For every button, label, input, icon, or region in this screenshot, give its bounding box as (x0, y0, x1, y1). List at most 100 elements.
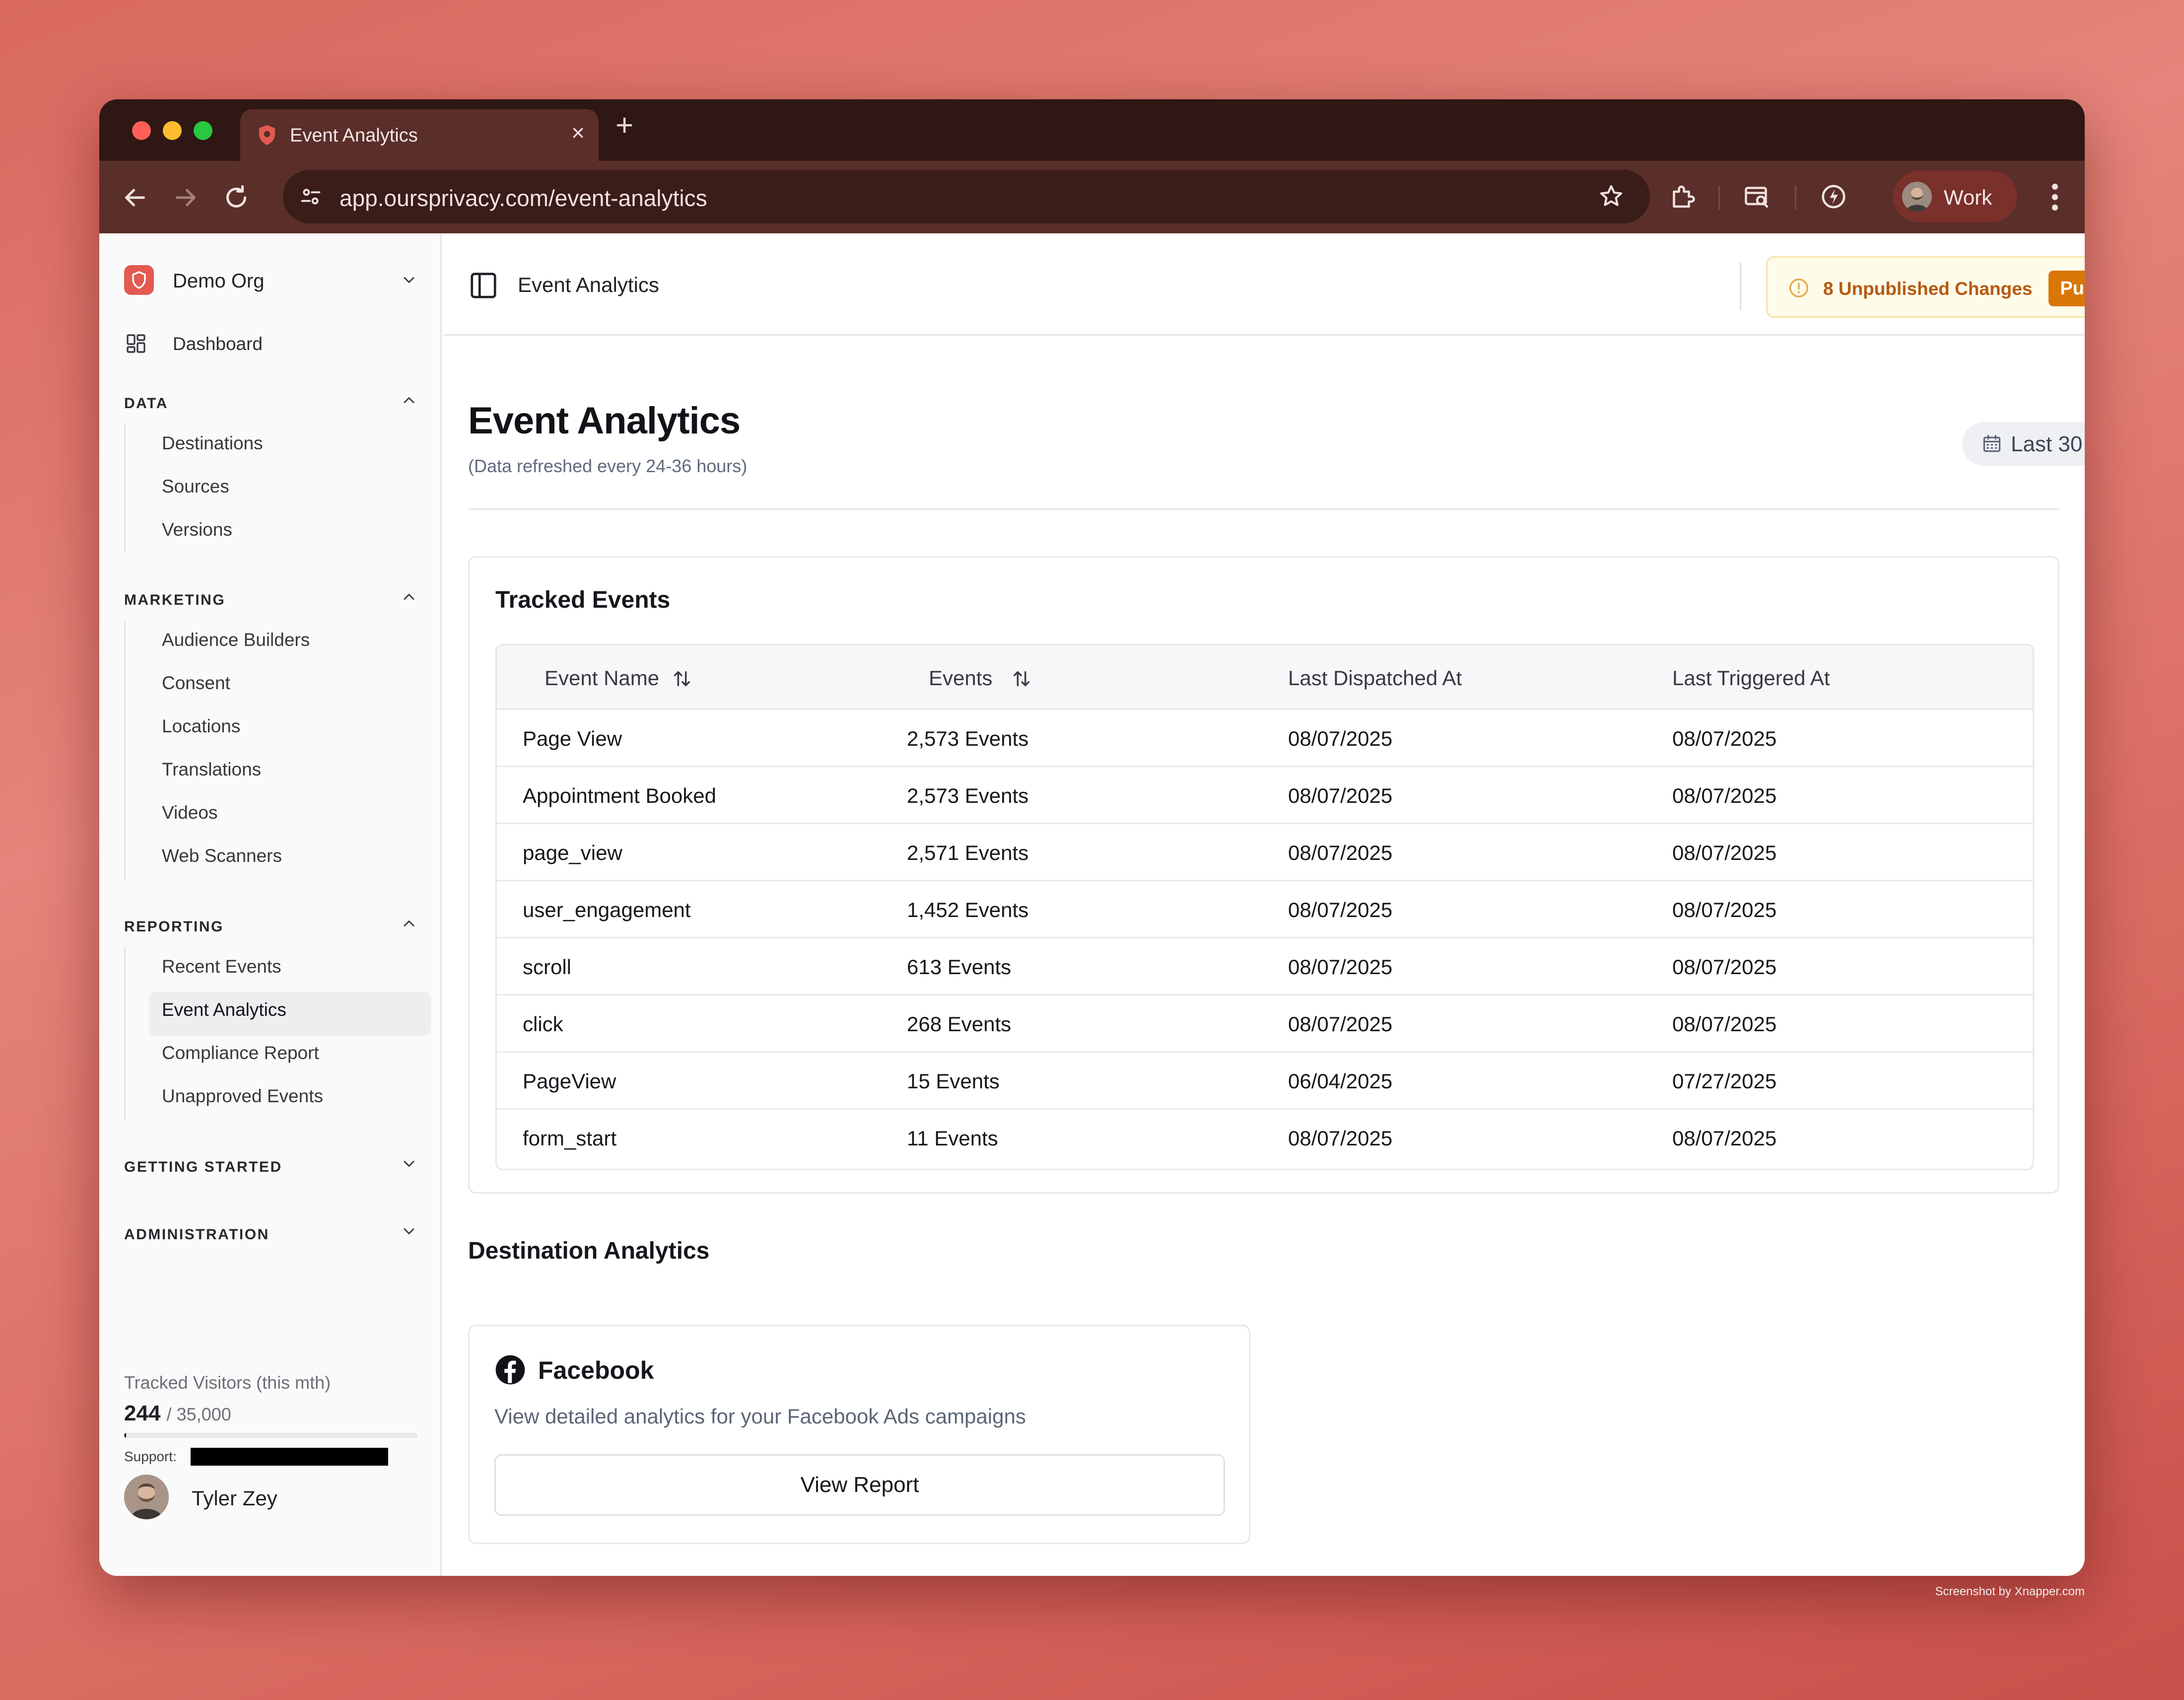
dashboard-grid-icon (127, 334, 145, 353)
cell-last-triggered: 08/07/2025 (1672, 1127, 1777, 1150)
table-header: Event Name Events Last Dispatched At Las… (497, 645, 2033, 710)
chevron-up-icon (404, 594, 414, 600)
browser-toolbar: app.oursprivacy.com/event-analytics Work (99, 161, 2085, 233)
chevron-up-icon (404, 397, 414, 403)
cell-last-triggered: 08/07/2025 (1672, 898, 1777, 921)
cell-last-triggered: 08/07/2025 (1672, 1012, 1777, 1036)
tracked-events-card: Tracked Events Event Name Events Last Di… (468, 556, 2059, 1194)
publish-button[interactable]: Publish (2048, 271, 2085, 306)
sidebar-item-videos[interactable]: Videos (162, 802, 217, 823)
section-divider (468, 508, 2059, 510)
browser-menu-icon[interactable] (2045, 180, 2065, 214)
sidebar-item-sources[interactable]: Sources (162, 476, 229, 497)
section-title: MARKETING (124, 592, 226, 608)
tab-bar: Event Analytics × + (99, 99, 2085, 161)
table-row[interactable]: Appointment Booked 2,573 Events 08/07/20… (497, 767, 2033, 824)
sidebar-item-destinations[interactable]: Destinations (162, 433, 263, 454)
performance-bolt-icon[interactable] (1819, 182, 1848, 212)
site-settings-icon[interactable] (298, 184, 324, 210)
support-contact-redacted (191, 1448, 388, 1466)
sidebar-item-translations[interactable]: Translations (162, 759, 261, 780)
sidebar-item-recent-events[interactable]: Recent Events (162, 956, 281, 977)
url-text[interactable]: app.oursprivacy.com/event-analytics (340, 185, 707, 212)
sort-arrows-icon (1013, 671, 1030, 687)
sidebar-item-web-scanners[interactable]: Web Scanners (162, 846, 282, 866)
shield-icon (259, 125, 275, 145)
section-rail (124, 947, 126, 1119)
cell-last-dispatched: 08/07/2025 (1288, 955, 1393, 979)
page-header-bar: Event Analytics 8 Unpublished Changes Pu… (443, 233, 2085, 336)
column-header-label: Event Name (545, 666, 660, 690)
table-row[interactable]: page_view 2,571 Events 08/07/2025 08/07/… (497, 824, 2033, 881)
new-tab-button[interactable]: + (615, 110, 633, 141)
cell-event-name: page_view (523, 841, 622, 864)
sidebar-item-locations[interactable]: Locations (162, 716, 240, 737)
user-avatar[interactable] (124, 1475, 169, 1519)
table-row[interactable]: user_engagement 1,452 Events 08/07/2025 … (497, 881, 2033, 938)
sidebar-item-label: Dashboard (173, 334, 263, 354)
cell-event-name: Page View (523, 727, 622, 750)
sidebar-item-versions[interactable]: Versions (162, 519, 232, 540)
main-content: Event Analytics 8 Unpublished Changes Pu… (443, 233, 2085, 1576)
cell-event-name: scroll (523, 955, 572, 979)
chevron-down-icon (404, 277, 414, 283)
facebook-destination-card: Facebook View detailed analytics for you… (468, 1325, 1250, 1544)
reload-icon[interactable] (221, 183, 251, 212)
cell-last-dispatched: 06/04/2025 (1288, 1069, 1393, 1093)
header-separator (1740, 262, 1741, 311)
sidebar-item-consent[interactable]: Consent (162, 673, 230, 694)
cell-last-dispatched: 08/07/2025 (1288, 1012, 1393, 1036)
browser-tab-active[interactable]: Event Analytics × (240, 109, 599, 161)
sidebar-item-compliance-report[interactable]: Compliance Report (162, 1043, 319, 1063)
forward-arrow-icon[interactable] (171, 183, 201, 212)
sidebar-toggle-icon[interactable] (468, 270, 499, 301)
tracked-events-table: Event Name Events Last Dispatched At Las… (495, 644, 2034, 1170)
profile-avatar (1902, 182, 1932, 212)
toolbar-separator (1718, 186, 1720, 210)
sidebar: Demo Org Dashboard DATA Destinations Sou… (99, 233, 442, 1576)
profile-button[interactable]: Work (1893, 171, 2017, 222)
table-row[interactable]: PageView 15 Events 06/04/2025 07/27/2025 (497, 1053, 2033, 1110)
cell-last-triggered: 08/07/2025 (1672, 955, 1777, 979)
cell-events: 1,452 Events (907, 898, 1029, 921)
header-title: Event Analytics (518, 273, 659, 296)
back-arrow-icon[interactable] (120, 183, 150, 212)
cell-event-name: click (523, 1012, 563, 1036)
calendar-icon (1983, 434, 2001, 452)
close-tab-icon[interactable]: × (571, 121, 585, 144)
tab-title: Event Analytics (290, 125, 418, 146)
table-row[interactable]: form_start 11 Events 08/07/2025 08/07/20… (497, 1110, 2033, 1167)
chevron-down-icon (404, 1161, 414, 1167)
table-row[interactable]: click 268 Events 08/07/2025 08/07/2025 (497, 995, 2033, 1053)
table-row[interactable]: scroll 613 Events 08/07/2025 08/07/2025 (497, 938, 2033, 995)
minimize-window-button[interactable] (163, 121, 182, 140)
close-window-button[interactable] (132, 121, 151, 140)
cell-events: 2,573 Events (907, 784, 1029, 807)
section-title: ADMINISTRATION (124, 1226, 270, 1243)
user-name[interactable]: Tyler Zey (192, 1487, 277, 1510)
maximize-window-button[interactable] (194, 121, 212, 140)
org-switcher[interactable]: Demo Org (124, 264, 422, 296)
section-rail (124, 621, 126, 880)
column-header-label: Events (929, 666, 993, 690)
cell-event-name: PageView (523, 1069, 616, 1093)
section-title: DATA (124, 395, 168, 412)
sidebar-item-audience-builders[interactable]: Audience Builders (162, 630, 310, 650)
view-report-button[interactable]: View Report (494, 1454, 1225, 1516)
refresh-note: (Data refreshed every 24-36 hours) (468, 456, 748, 476)
cell-last-triggered: 07/27/2025 (1672, 1069, 1777, 1093)
cell-last-dispatched: 08/07/2025 (1288, 784, 1393, 807)
cell-last-triggered: 08/07/2025 (1672, 784, 1777, 807)
section-title: REPORTING (124, 919, 224, 935)
extensions-puzzle-icon[interactable] (1668, 182, 1698, 212)
bookmark-star-icon[interactable] (1597, 183, 1625, 211)
sidebar-item-event-analytics[interactable]: Event Analytics (162, 999, 286, 1020)
table-row[interactable]: Page View 2,573 Events 08/07/2025 08/07/… (497, 710, 2033, 767)
date-range-picker[interactable]: Last 30 days (1962, 422, 2085, 466)
cell-events: 15 Events (907, 1069, 1000, 1093)
tab-search-icon[interactable] (1742, 182, 1772, 212)
cell-last-dispatched: 08/07/2025 (1288, 1127, 1393, 1150)
sidebar-item-unapproved-events[interactable]: Unapproved Events (162, 1086, 323, 1107)
visitors-count: 244 / 35,000 (124, 1401, 231, 1426)
address-bar[interactable]: app.oursprivacy.com/event-analytics (283, 170, 1650, 223)
